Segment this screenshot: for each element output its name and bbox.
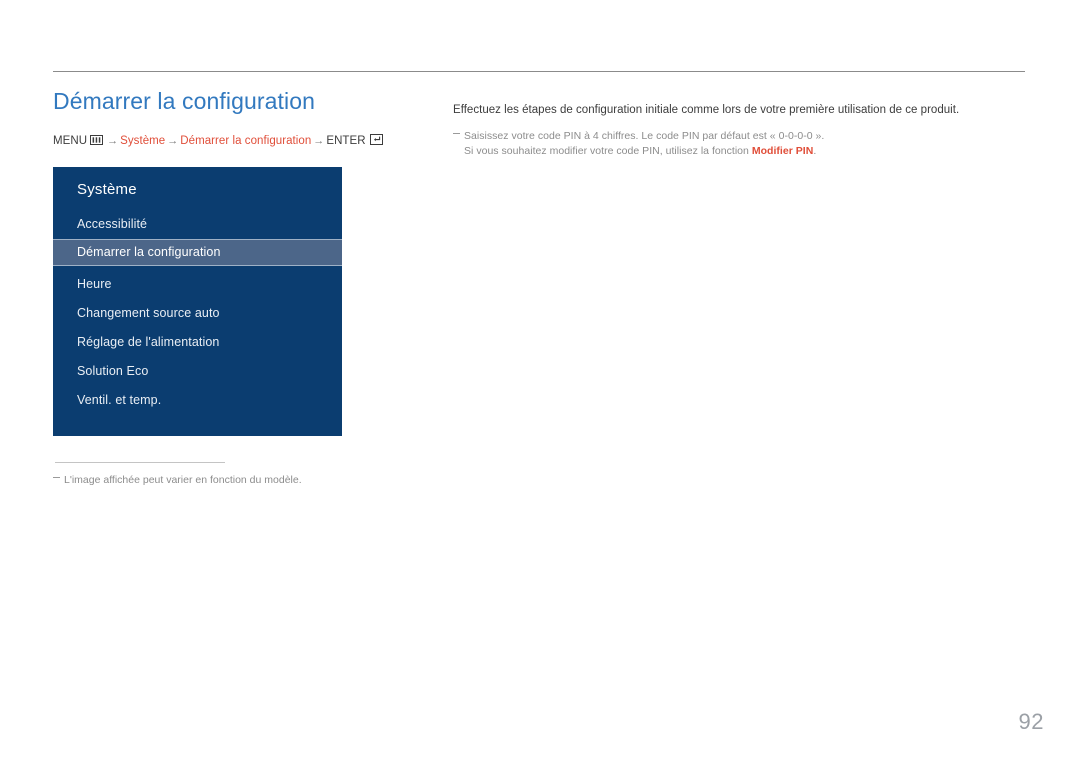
breadcrumb-menu-label: MENU <box>53 135 88 147</box>
note-line-pin-change: Si vous souhaitez modifier votre code PI… <box>453 144 1028 159</box>
footnote-divider <box>55 462 225 463</box>
breadcrumb-arrow-3: → <box>313 135 325 147</box>
breadcrumb-enter-label: ENTER <box>326 135 366 147</box>
osd-menu-item-solution-eco[interactable]: Solution Eco <box>53 357 342 386</box>
osd-menu-list: Accessibilité Démarrer la configuration … <box>53 210 342 415</box>
osd-menu-item-changement-source-auto[interactable]: Changement source auto <box>53 299 342 328</box>
note-line-pin-change-suffix: . <box>813 144 817 157</box>
manual-page: Démarrer la configuration MENU → Système → D… <box>0 0 1080 763</box>
osd-menu-item-reglage-de-l-alimentation[interactable]: Réglage de l'alimentation <box>53 328 342 357</box>
breadcrumb-arrow-1: → <box>107 135 119 147</box>
osd-menu-item-demarrer-la-configuration[interactable]: Démarrer la configuration <box>53 239 342 266</box>
panel-footnote: L'image affichée peut varier en fonction… <box>53 473 473 487</box>
header-divider <box>53 71 1025 72</box>
left-column: Démarrer la configuration MENU → Système → D… <box>53 86 433 148</box>
page-number: 92 <box>1018 709 1044 734</box>
osd-menu-item-ventil-et-temp[interactable]: Ventil. et temp. <box>53 386 342 415</box>
panel-footnote-text: L'image affichée peut varier en fonction… <box>64 474 302 486</box>
osd-menu-item-heure[interactable]: Heure <box>53 270 342 299</box>
breadcrumb-link-demarrer-la-configuration[interactable]: Démarrer la configuration <box>180 135 311 147</box>
body-note-block: Saisissez votre code PIN à 4 chiffres. L… <box>453 129 1028 158</box>
note-dash-icon <box>453 133 460 134</box>
breadcrumb-link-systeme[interactable]: Système <box>120 135 165 147</box>
enter-key-icon <box>369 134 383 145</box>
page-title: Démarrer la configuration <box>53 88 316 114</box>
body-lead-text: Effectuez les étapes de configuration in… <box>453 103 960 116</box>
note-line-pin-default-text: Saisissez votre code PIN à 4 chiffres. L… <box>464 130 825 142</box>
note-line-pin-default: Saisissez votre code PIN à 4 chiffres. L… <box>453 129 1028 144</box>
breadcrumb: MENU → Système → Démarrer la configuration → E… <box>53 134 433 148</box>
osd-menu-panel: Système Accessibilité Démarrer la config… <box>53 167 342 436</box>
note-line-pin-change-prefix: Si vous souhaitez modifier votre code PI… <box>464 144 752 157</box>
note-link-modifier-pin[interactable]: Modifier PIN <box>752 145 814 157</box>
note-dash-icon <box>53 477 60 478</box>
osd-panel-title: Système <box>77 181 137 198</box>
right-column: Effectuez les étapes de configuration in… <box>453 90 1028 158</box>
menu-grid-icon <box>90 135 104 145</box>
osd-menu-item-accessibilite[interactable]: Accessibilité <box>53 210 342 239</box>
breadcrumb-arrow-2: → <box>167 135 179 147</box>
